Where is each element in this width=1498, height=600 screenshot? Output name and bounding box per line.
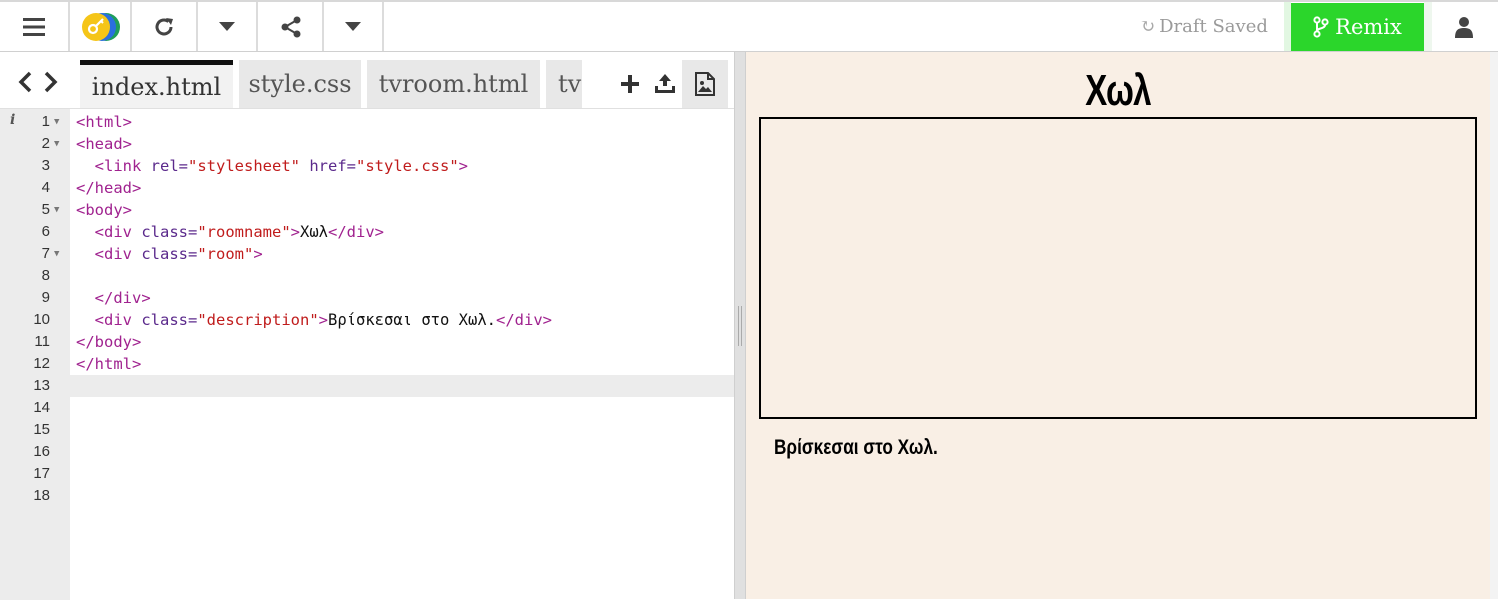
add-image-button[interactable] (682, 60, 728, 108)
file-actions (612, 60, 728, 108)
code-line: 4 </head> (41, 179, 142, 197)
fork-icon (1313, 16, 1329, 38)
code-line: 1 ▼ <html> (41, 113, 132, 131)
upload-file-button[interactable] (648, 60, 682, 108)
code-line: 10 <div class="description">Βρίσκεσαι στ… (33, 311, 552, 329)
code-line: 7 ▼ <div class="room"> (41, 245, 263, 263)
code-line: 3 <link rel="stylesheet" href="style.css… (41, 157, 468, 175)
code-line: 17 (33, 465, 50, 482)
sync-icon: ↻ (1140, 16, 1156, 37)
project-logo-icon (82, 12, 120, 41)
drag-handle-icon (738, 306, 742, 346)
add-file-button[interactable] (612, 60, 648, 108)
tab-index-html[interactable]: index.html (80, 60, 233, 108)
plus-icon (621, 75, 639, 93)
code-line: 15 (33, 421, 50, 438)
refresh-button[interactable] (132, 2, 196, 51)
chevron-right-icon[interactable] (44, 71, 58, 93)
tab-navigation (0, 56, 76, 108)
code-line: 18 (33, 487, 50, 504)
remix-label: Remix (1335, 15, 1402, 39)
tab-style-css[interactable]: style.css (239, 60, 361, 108)
room-description: Βρίσκεσαι στο Χωλ. (774, 436, 938, 459)
code-line: 14 (33, 399, 50, 416)
fold-arrow-icon: ▼ (54, 205, 60, 215)
refresh-options-dropdown[interactable] (198, 2, 256, 51)
share-options-dropdown[interactable] (324, 2, 382, 51)
share-icon (281, 16, 301, 37)
image-icon (695, 72, 715, 96)
fold-arrow-icon: ▼ (54, 117, 60, 127)
draft-status-label: Draft Saved (1159, 16, 1268, 37)
chevron-left-icon[interactable] (18, 71, 32, 93)
room-box (759, 117, 1477, 419)
pane-splitter[interactable] (734, 52, 746, 599)
share-button[interactable] (260, 2, 322, 51)
code-line: 8 (41, 267, 50, 284)
user-icon (1455, 16, 1473, 38)
code-line: 2 ▼ <head> (41, 135, 132, 153)
code-line: 6 <div class="roomname">Χωλ</div> (41, 223, 385, 241)
caret-down-icon (219, 21, 235, 31)
tab-tvroom-html[interactable]: tvroom.html (367, 60, 540, 108)
code-line-current: 13 (0, 375, 734, 397)
file-tab-bar: index.html style.css tvroom.html tv (0, 52, 734, 108)
remix-button[interactable]: Remix (1291, 3, 1424, 51)
project-logo-button[interactable] (70, 2, 130, 51)
preview-pane: Χωλ Βρίσκεσαι στο Χωλ. (746, 52, 1490, 599)
code-line: 11 </body> (34, 333, 142, 351)
top-toolbar: ↻ Draft Saved Remix (0, 0, 1498, 52)
code-line: 16 (33, 443, 50, 460)
preview-scrollbar[interactable] (1490, 52, 1498, 599)
code-area[interactable]: i 1 ▼ <html> 2 ▼ <head> 3 <link rel="style… (0, 108, 734, 600)
fold-arrow-icon: ▼ (54, 139, 60, 149)
hamburger-icon (23, 17, 45, 36)
code-editor-pane: index.html style.css tvroom.html tv i 1 … (0, 52, 734, 600)
refresh-icon (155, 17, 173, 35)
caret-down-icon (345, 21, 361, 31)
code-line: 9 </div> (41, 289, 151, 307)
code-line: 12 </html> (33, 355, 142, 373)
menu-button[interactable] (0, 2, 68, 51)
upload-icon (655, 74, 675, 93)
room-name: Χωλ (1085, 66, 1151, 115)
tab-tv-truncated[interactable]: tv (546, 60, 582, 108)
draft-status: ↻ Draft Saved (1140, 2, 1270, 51)
fold-arrow-icon: ▼ (54, 249, 60, 259)
code-line: 5 ▼ <body> (41, 201, 132, 219)
account-button[interactable] (1432, 2, 1496, 51)
